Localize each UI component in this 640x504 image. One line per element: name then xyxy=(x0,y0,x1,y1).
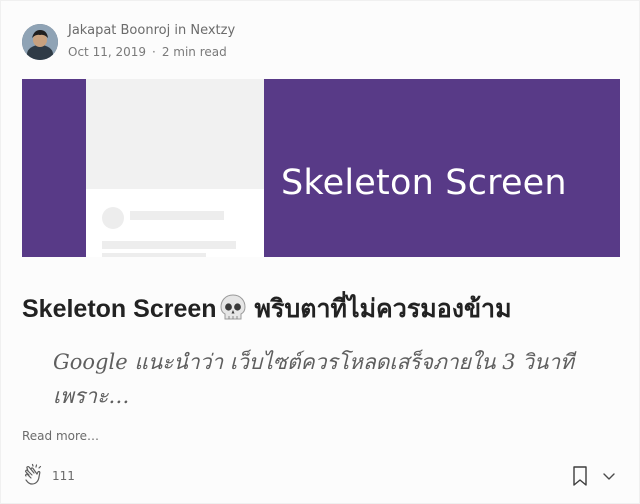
post-title-suffix: พริบตาที่ไม่ควรมองข้าม xyxy=(247,295,512,323)
post-card: Jakapat Boonroj in Nextzy Oct 11, 2019 · 2… xyxy=(0,0,640,504)
skeleton-line xyxy=(102,253,206,257)
bookmark-icon[interactable] xyxy=(571,465,589,487)
in-word: in xyxy=(174,23,187,38)
author-row: Jakapat Boonroj in Nextzy Oct 11, 2019 · 2… xyxy=(22,22,235,61)
skeleton-avatar-placeholder xyxy=(102,207,124,229)
skeleton-line xyxy=(130,211,224,220)
post-title[interactable]: Skeleton Screen พริบตาที่ไม่ควรมองข้าม xyxy=(22,289,512,329)
hero-title: Skeleton Screen xyxy=(281,163,567,203)
skeleton-illustration xyxy=(86,79,264,257)
avatar[interactable] xyxy=(22,23,58,60)
post-date: Oct 11, 2019 xyxy=(68,45,146,59)
clap-icon[interactable] xyxy=(22,463,48,489)
author-line: Jakapat Boonroj in Nextzy xyxy=(68,22,235,40)
clap-count[interactable]: 111 xyxy=(52,469,75,483)
skull-icon xyxy=(220,294,246,322)
date-line: Oct 11, 2019 · 2 min read xyxy=(68,43,235,61)
skeleton-line xyxy=(102,241,236,249)
chevron-down-icon[interactable] xyxy=(600,467,618,485)
author-meta: Jakapat Boonroj in Nextzy Oct 11, 2019 · 2… xyxy=(68,22,235,61)
post-subtitle[interactable]: Google แนะนำว่า เว็บไซต์ควรโหลดเสร็จภายใ… xyxy=(53,345,613,413)
skeleton-image-placeholder xyxy=(86,79,264,189)
hero-image[interactable]: Skeleton Screen xyxy=(22,79,620,257)
meta-separator: · xyxy=(152,45,156,59)
publication-name[interactable]: Nextzy xyxy=(190,23,235,38)
post-title-prefix: Skeleton Screen xyxy=(22,295,217,323)
author-name[interactable]: Jakapat Boonroj xyxy=(68,23,170,38)
read-more-link[interactable]: Read more… xyxy=(22,429,99,443)
read-time: 2 min read xyxy=(161,45,227,59)
